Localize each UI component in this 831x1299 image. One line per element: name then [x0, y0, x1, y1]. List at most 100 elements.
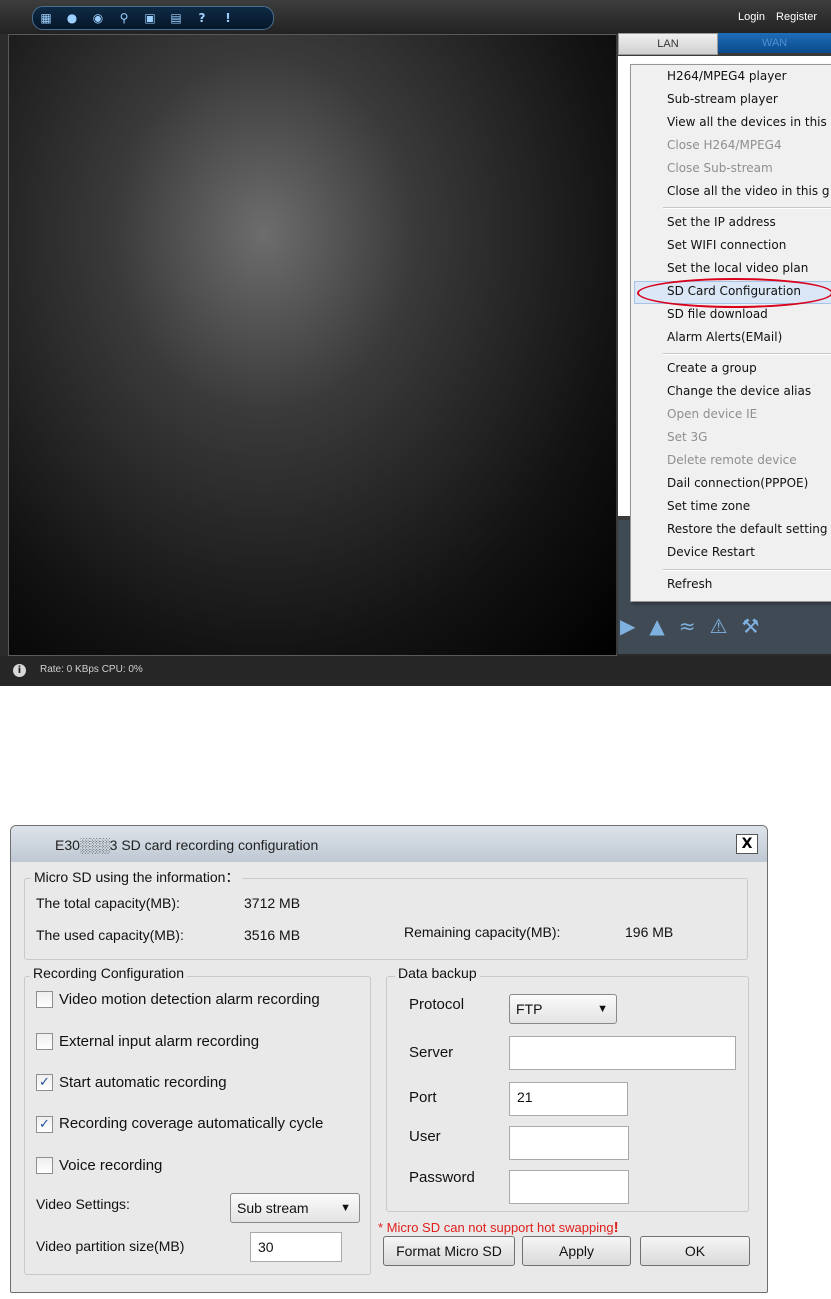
password-input[interactable]	[509, 1170, 629, 1204]
port-input[interactable]: 21	[509, 1082, 628, 1116]
menu-item-set-ip[interactable]: Set the IP address	[667, 215, 776, 229]
used-capacity-value: 3516 MB	[244, 927, 301, 943]
video-settings-select[interactable]: Sub stream ▼	[230, 1193, 360, 1223]
save-icon[interactable]: ▤	[163, 7, 189, 29]
menu-separator	[663, 353, 831, 355]
tab-lan[interactable]: LAN	[618, 33, 718, 55]
cycle-coverage-label: Recording coverage automatically cycle	[59, 1115, 324, 1132]
hot-swap-warning-text: * Micro SD can not support hot swapping	[378, 1220, 614, 1235]
account-links: Login Register	[730, 11, 817, 23]
device-context-menu: H264/MPEG4 player Sub-stream player View…	[630, 64, 831, 602]
chevron-down-icon: ▼	[340, 1202, 351, 1214]
format-micro-sd-button[interactable]: Format Micro SD	[383, 1236, 515, 1266]
flip-icon[interactable]: ▲	[649, 608, 664, 644]
lock-icon[interactable]: ▣	[137, 7, 163, 29]
menu-separator	[663, 207, 831, 209]
warning-icon[interactable]: ⚠	[710, 608, 728, 644]
info-icon: i	[13, 664, 26, 677]
menu-item-close-all-video[interactable]: Close all the video in this g	[667, 184, 830, 198]
sd-info-group	[24, 878, 748, 960]
close-button[interactable]: X	[736, 834, 758, 854]
wifi-icon[interactable]: ≈	[679, 608, 696, 644]
tab-wan[interactable]: WAN	[718, 33, 831, 53]
menu-item-create-group[interactable]: Create a group	[667, 361, 757, 375]
register-link[interactable]: Register	[776, 11, 817, 23]
partition-size-input[interactable]: 30	[250, 1232, 342, 1262]
menu-item-local-video-plan[interactable]: Set the local video plan	[667, 261, 808, 275]
menu-item-sd-file-download[interactable]: SD file download	[667, 307, 768, 321]
motion-alarm-label: Video motion detection alarm recording	[59, 991, 320, 1008]
used-capacity-label: The used capacity(MB):	[36, 927, 184, 943]
wrench-icon[interactable]: ⚒	[741, 608, 759, 644]
dialog-title: E30░░░3 SD card recording configuration	[55, 837, 319, 853]
login-link[interactable]: Login	[738, 11, 765, 23]
menu-item-dial-connection[interactable]: Dail connection(PPPOE)	[667, 476, 808, 490]
chevron-down-icon: ▼	[597, 1003, 608, 1015]
menu-item-device-restart[interactable]: Device Restart	[667, 545, 755, 559]
warning-exclamation: !	[613, 1219, 619, 1236]
menu-item-close-sub-stream: Close Sub-stream	[667, 161, 773, 175]
settings-icon[interactable]: ●	[59, 7, 85, 29]
video-settings-label: Video Settings:	[36, 1196, 130, 1212]
menu-item-close-h264: Close H264/MPEG4	[667, 138, 782, 152]
total-capacity-value: 3712 MB	[244, 895, 301, 911]
search-icon[interactable]: ⚲	[111, 7, 137, 29]
data-backup-group-label: Data backup	[395, 965, 480, 981]
user-label: User	[409, 1128, 441, 1145]
status-bar: i Rate: 0 KBps CPU: 0%	[0, 656, 831, 686]
ptz-icon-row: ▶ ▲ ≈ ⚠ ⚒	[620, 608, 820, 644]
help-icon[interactable]: ?	[189, 7, 215, 29]
dialog-title-bar[interactable]: E30░░░3 SD card recording configuration …	[11, 826, 767, 862]
user-input[interactable]	[509, 1126, 629, 1160]
protocol-select[interactable]: FTP ▼	[509, 994, 617, 1024]
partition-size-label: Video partition size(MB)	[36, 1238, 185, 1254]
server-input[interactable]	[509, 1036, 736, 1070]
external-input-checkbox[interactable]	[36, 1033, 53, 1050]
hot-swap-warning: * Micro SD can not support hot swapping!	[378, 1219, 619, 1236]
password-label: Password	[409, 1169, 475, 1186]
apply-button[interactable]: Apply	[522, 1236, 631, 1266]
total-capacity-label: The total capacity(MB):	[36, 895, 180, 911]
menu-item-view-all-devices[interactable]: View all the devices in this g	[667, 115, 831, 129]
remaining-capacity-label: Remaining capacity(MB):	[404, 924, 561, 940]
menu-item-open-device-ie: Open device IE	[667, 407, 758, 421]
external-input-label: External input alarm recording	[59, 1033, 260, 1050]
menu-item-sub-stream-player[interactable]: Sub-stream player	[667, 92, 778, 106]
grid-icon[interactable]: ▦	[33, 7, 59, 29]
menu-item-refresh[interactable]: Refresh	[667, 577, 712, 591]
voice-recording-checkbox[interactable]	[36, 1157, 53, 1174]
toolbar: ▦ ● ◉ ⚲ ▣ ▤ ? !	[32, 6, 274, 30]
auto-recording-label: Start automatic recording	[59, 1074, 227, 1091]
protocol-value: FTP	[516, 1001, 543, 1017]
voice-recording-label: Voice recording	[59, 1157, 163, 1174]
menu-item-set-time-zone[interactable]: Set time zone	[667, 499, 750, 513]
protocol-label: Protocol	[409, 996, 465, 1013]
menu-item-restore-default[interactable]: Restore the default setting	[667, 522, 828, 536]
menu-item-delete-remote-device: Delete remote device	[667, 453, 797, 467]
menu-item-set-3g: Set 3G	[667, 430, 708, 444]
menu-item-alarm-alerts[interactable]: Alarm Alerts(EMail)	[667, 330, 782, 344]
network-tabs: LAN WAN	[618, 33, 831, 55]
highlight-circle-annotation	[637, 278, 831, 308]
video-client-window: ▦ ● ◉ ⚲ ▣ ▤ ? ! Login Register LAN WAN ▶…	[0, 0, 831, 686]
menu-item-change-alias[interactable]: Change the device alias	[667, 384, 811, 398]
menu-item-h264-player[interactable]: H264/MPEG4 player	[667, 69, 787, 83]
recording-config-group-label: Recording Configuration	[30, 965, 187, 981]
port-label: Port	[409, 1089, 437, 1106]
top-bar: ▦ ● ◉ ⚲ ▣ ▤ ? ! Login Register	[0, 0, 831, 34]
server-label: Server	[409, 1044, 454, 1061]
video-display-area[interactable]	[8, 34, 617, 656]
play-icon[interactable]: ▶	[620, 608, 635, 644]
camera-icon[interactable]: ◉	[85, 7, 111, 29]
status-text: Rate: 0 KBps CPU: 0%	[40, 664, 143, 675]
motion-alarm-checkbox[interactable]	[36, 991, 53, 1008]
video-settings-value: Sub stream	[237, 1200, 309, 1216]
ok-button[interactable]: OK	[640, 1236, 750, 1266]
auto-recording-checkbox[interactable]: ✓	[36, 1074, 53, 1091]
alert-icon[interactable]: !	[215, 7, 241, 29]
cycle-coverage-checkbox[interactable]: ✓	[36, 1116, 53, 1133]
remaining-capacity-value: 196 MB	[625, 924, 674, 940]
menu-item-set-wifi[interactable]: Set WIFI connection	[667, 238, 786, 252]
sd-info-group-label: Micro SD using the information：	[31, 867, 243, 887]
menu-separator	[663, 569, 831, 571]
